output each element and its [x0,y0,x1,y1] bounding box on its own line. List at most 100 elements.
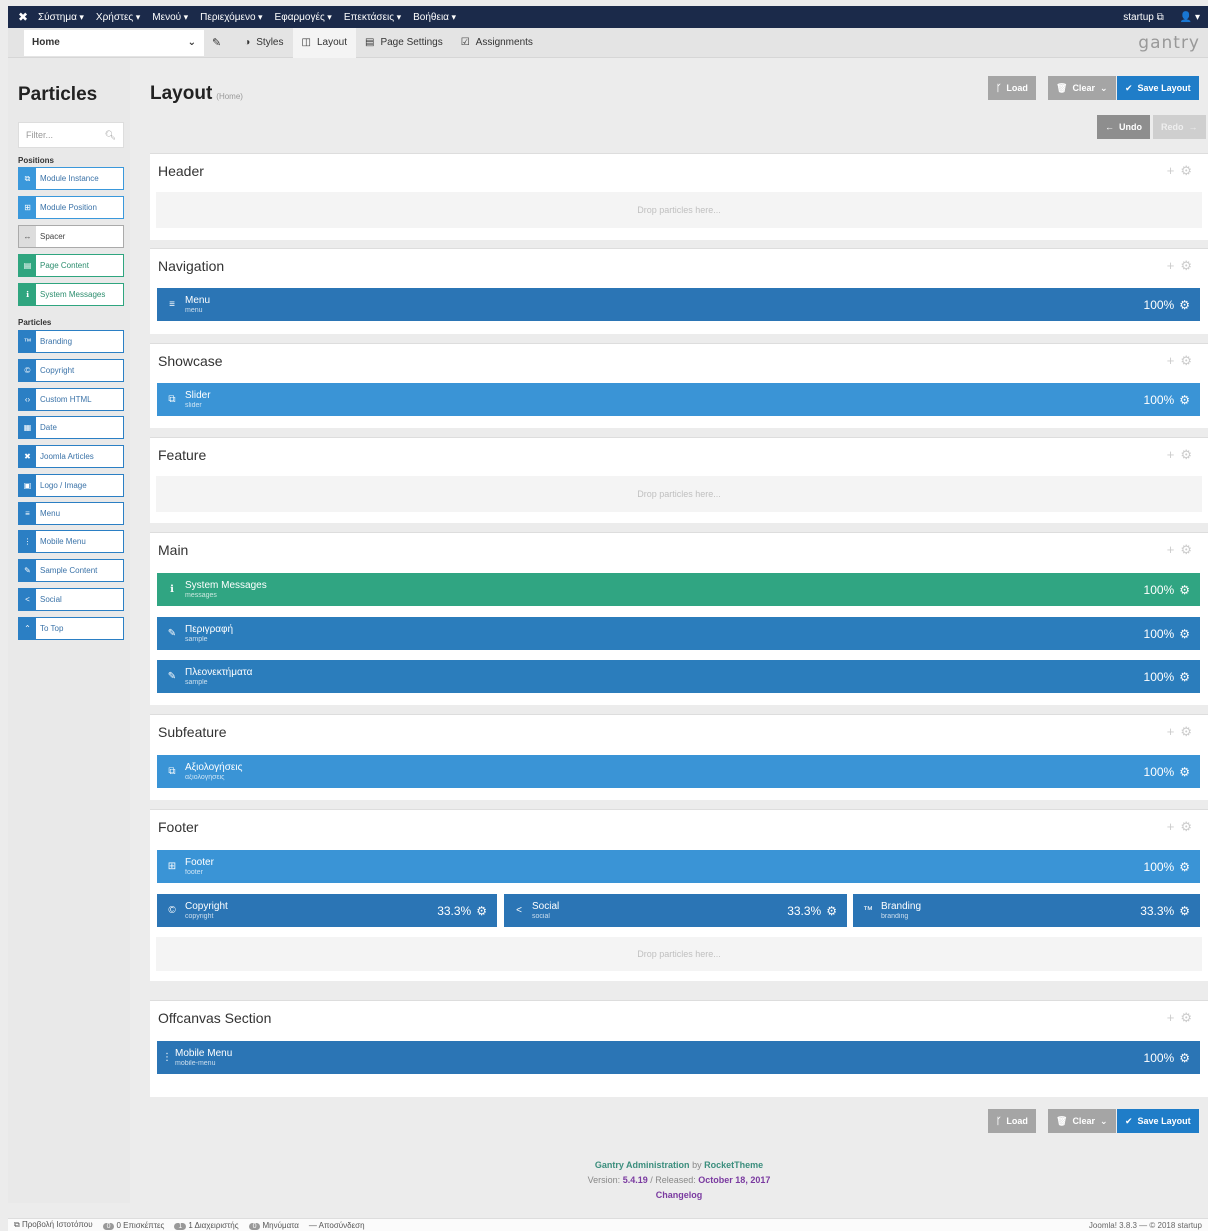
section-controls[interactable]: +⚙ [1167,724,1198,740]
block-reviews[interactable]: ⧉ Αξιολογήσεις αξιολογήσεις 100% ⚙ [157,755,1200,788]
joomla-logo-icon[interactable]: ✖ [8,10,38,24]
particle-date[interactable]: ▦ Date [18,416,124,439]
gear-icon[interactable]: ⚙ [1179,627,1190,641]
load-button[interactable]: ᚴ Load [988,76,1036,100]
block-menu[interactable]: ≡ Menu menu 100% ⚙ [157,288,1200,321]
block-sample-2[interactable]: ✎ Πλεονεκτήματα sample 100% ⚙ [157,660,1200,693]
particle-social[interactable]: < Social [18,588,124,611]
gear-icon[interactable]: ⚙ [1180,819,1198,834]
site-link[interactable]: startup ⧉ [1115,12,1172,23]
drop-zone[interactable]: Drop particles here... [156,476,1202,512]
menu-help[interactable]: Βοήθεια [413,12,462,23]
block-width[interactable]: 33.3% ⚙ [1140,904,1190,918]
outline-select[interactable]: Home ⌄ [24,29,204,56]
particle-joomla-articles[interactable]: ✖ Joomla Articles [18,445,124,468]
tab-layout[interactable]: ◫ Layout [292,27,356,58]
block-social[interactable]: < Social social 33.3% ⚙ [504,894,847,927]
gear-icon[interactable]: ⚙ [1179,393,1190,407]
block-width[interactable]: 33.3% ⚙ [437,904,487,918]
messages-link[interactable]: 0 Μηνύματα [248,1221,299,1230]
menu-content[interactable]: Περιεχόμενο [200,12,268,23]
section-controls[interactable]: +⚙ [1167,163,1198,179]
drop-zone[interactable]: Drop particles here... [156,192,1202,228]
block-system-messages[interactable]: ℹ System Messages messages 100% ⚙ [157,573,1200,606]
block-footer[interactable]: ⊞ Footer footer 100% ⚙ [157,850,1200,883]
tab-assignments[interactable]: ☑ Assignments [452,28,542,58]
section-controls[interactable]: +⚙ [1167,819,1198,835]
filter-input[interactable]: Filter... 🔍︎ [18,122,124,148]
block-width[interactable]: 100% ⚙ [1144,627,1190,641]
particle-sample-content[interactable]: ✎ Sample Content [18,559,124,582]
particle-module-instance[interactable]: ⧉ Module Instance [18,167,124,190]
plus-icon[interactable]: + [1167,258,1181,273]
block-slider[interactable]: ⧉ Slider slider 100% ⚙ [157,383,1200,416]
menu-components[interactable]: Εφαρμογές [275,12,338,23]
changelog-link[interactable]: Changelog [656,1190,703,1200]
tab-styles[interactable]: ◑ Styles [235,28,292,58]
section-controls[interactable]: +⚙ [1167,258,1198,274]
block-width[interactable]: 33.3% ⚙ [787,904,837,918]
gear-icon[interactable]: ⚙ [1179,860,1190,874]
gear-icon[interactable]: ⚙ [1179,298,1190,312]
block-mobile-menu[interactable]: ⋮ Mobile Menu mobile-menu 100% ⚙ [157,1041,1200,1074]
block-width[interactable]: 100% ⚙ [1144,583,1190,597]
gear-icon[interactable]: ⚙ [1180,258,1198,273]
particle-system-messages[interactable]: ℹ System Messages [18,283,124,306]
gear-icon[interactable]: ⚙ [1180,353,1198,368]
edit-pencil-icon[interactable]: ✎ [212,36,221,49]
tab-page-settings[interactable]: ▤ Page Settings [356,28,452,58]
block-width[interactable]: 100% ⚙ [1144,1051,1190,1065]
block-width[interactable]: 100% ⚙ [1144,393,1190,407]
plus-icon[interactable]: + [1167,819,1181,834]
clear-button[interactable]: 🗑︎ Clear ⌄ [1048,76,1116,100]
block-branding[interactable]: ™ Branding branding 33.3% ⚙ [853,894,1200,927]
plus-icon[interactable]: + [1167,724,1181,739]
plus-icon[interactable]: + [1167,447,1181,462]
menu-menus[interactable]: Μενού [152,12,194,23]
particle-branding[interactable]: ™ Branding [18,330,124,353]
section-controls[interactable]: +⚙ [1167,447,1198,463]
particle-spacer[interactable]: ↔ Spacer [18,225,124,248]
plus-icon[interactable]: + [1167,1010,1181,1025]
particle-copyright[interactable]: © Copyright [18,359,124,382]
block-sample-1[interactable]: ✎ Περιγραφή sample 100% ⚙ [157,617,1200,650]
particle-menu[interactable]: ≡ Menu [18,502,124,525]
particle-page-content[interactable]: ▤ Page Content [18,254,124,277]
gear-icon[interactable]: ⚙ [1179,765,1190,779]
section-controls[interactable]: +⚙ [1167,353,1198,369]
block-copyright[interactable]: © Copyright copyright 33.3% ⚙ [157,894,497,927]
menu-users[interactable]: Χρήστες [96,12,146,23]
load-button-bottom[interactable]: ᚴ Load [988,1109,1036,1133]
particle-module-position[interactable]: ⊞ Module Position [18,196,124,219]
particle-custom-html[interactable]: ‹› Custom HTML [18,388,124,411]
menu-extensions[interactable]: Επεκτάσεις [344,12,407,23]
undo-button[interactable]: ← Undo [1097,115,1150,139]
gear-icon[interactable]: ⚙ [1180,163,1198,178]
block-width[interactable]: 100% ⚙ [1144,670,1190,684]
section-controls[interactable]: +⚙ [1167,542,1198,558]
logout-link[interactable]: — Αποσύνδεση [309,1221,365,1230]
view-site-link[interactable]: ⧉ Προβολή Ιστοτόπου [14,1220,93,1230]
gear-icon[interactable]: ⚙ [1180,542,1198,557]
save-layout-button-bottom[interactable]: ✔ Save Layout [1117,1109,1199,1133]
block-width[interactable]: 100% ⚙ [1144,765,1190,779]
gear-icon[interactable]: ⚙ [1180,1010,1198,1025]
redo-button[interactable]: Redo → [1153,115,1206,139]
particle-mobile-menu[interactable]: ⋮ Mobile Menu [18,530,124,553]
particle-logo-image[interactable]: ▣ Logo / Image [18,474,124,497]
section-controls[interactable]: +⚙ [1167,1010,1198,1026]
save-layout-button[interactable]: ✔ Save Layout [1117,76,1199,100]
gear-icon[interactable]: ⚙ [1179,904,1190,918]
gear-icon[interactable]: ⚙ [1180,447,1198,462]
clear-button-bottom[interactable]: 🗑︎ Clear ⌄ [1048,1109,1116,1133]
rockettheme-link[interactable]: RocketTheme [704,1160,763,1170]
block-width[interactable]: 100% ⚙ [1144,298,1190,312]
plus-icon[interactable]: + [1167,163,1181,178]
gear-icon[interactable]: ⚙ [826,904,837,918]
gantry-admin-link[interactable]: Gantry Administration [595,1160,690,1170]
block-width[interactable]: 100% ⚙ [1144,860,1190,874]
menu-system[interactable]: Σύστημα [38,12,90,23]
gear-icon[interactable]: ⚙ [1180,724,1198,739]
drop-zone[interactable]: Drop particles here... [156,937,1202,971]
particle-to-top[interactable]: ⌃ To Top [18,617,124,640]
